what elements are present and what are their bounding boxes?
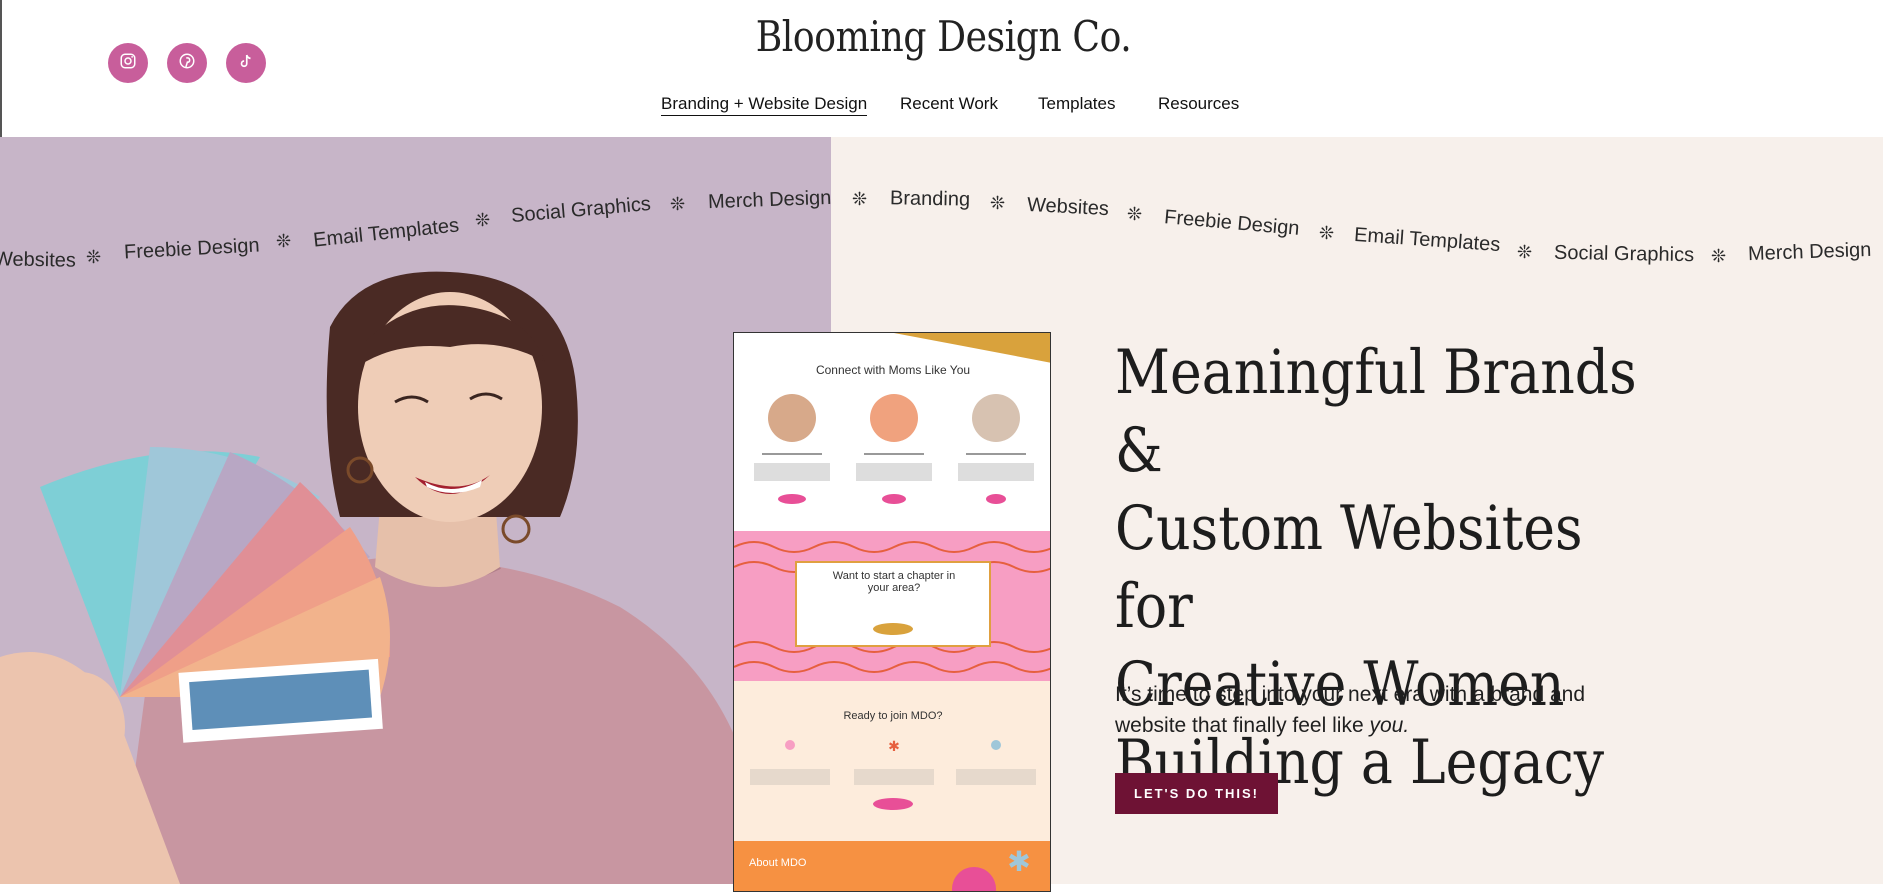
- asterisk-icon: ❊: [1711, 246, 1727, 266]
- nav-branding-website-design[interactable]: Branding + Website Design: [661, 94, 868, 116]
- hero-photo: Websites ❊ Freebie Design ❊ Email Templa…: [0, 137, 831, 884]
- ticker-item: Merch Design: [707, 186, 831, 214]
- ticker-item: Websites: [0, 248, 77, 272]
- nav-recent-work[interactable]: Recent Work: [900, 94, 998, 114]
- ticker-item: Merch Design: [1747, 238, 1872, 266]
- website-mockup: ✱ ✱ Connect with Moms Like You Want to s…: [733, 332, 1051, 892]
- subtext-main: It’s time to step into your next era wit…: [1115, 683, 1586, 737]
- asterisk-icon: ❊: [276, 231, 292, 251]
- asterisk-icon: ❊: [852, 189, 868, 209]
- subtext-emphasis: you.: [1369, 714, 1410, 737]
- hero-subtext: It’s time to step into your next era wit…: [1115, 679, 1635, 741]
- asterisk-icon: ❊: [670, 194, 686, 214]
- svg-text:✱: ✱: [888, 738, 900, 754]
- site-header: Blooming Design Co. Branding + Website D…: [0, 0, 1883, 137]
- headline-line: Meaningful Brands &: [1115, 337, 1637, 486]
- asterisk-icon: ❊: [990, 193, 1006, 213]
- nav-templates[interactable]: Templates: [1038, 94, 1115, 114]
- asterisk-icon: ❊: [475, 210, 491, 230]
- headline-line: Custom Websites for: [1115, 493, 1583, 642]
- ticker-item: Websites: [1026, 193, 1110, 221]
- lets-do-this-button[interactable]: LET'S DO THIS!: [1115, 773, 1278, 814]
- ticker-item: Freebie Design: [1163, 206, 1301, 240]
- asterisk-icon: ❊: [86, 247, 102, 267]
- asterisk-icon: ❊: [1127, 204, 1143, 224]
- mockup-section-title: Ready to join MDO?: [843, 710, 943, 722]
- mockup-preview-image: ✱ ✱: [734, 333, 1050, 891]
- site-logo[interactable]: Blooming Design Co.: [134, 12, 1753, 61]
- svg-text:✱: ✱: [1007, 846, 1030, 877]
- nav-resources[interactable]: Resources: [1158, 94, 1239, 114]
- mockup-title: Connect with Moms Like You: [815, 363, 971, 377]
- mockup-card-title: Want to start a chapter in your area?: [832, 570, 956, 594]
- asterisk-icon: ❊: [1517, 242, 1533, 262]
- ticker-item: Social Graphics: [1553, 241, 1695, 267]
- ticker-item: Email Templates: [1353, 223, 1501, 257]
- asterisk-icon: ❊: [1319, 223, 1335, 243]
- mockup-about-title: About MDO: [749, 857, 807, 869]
- ticker-item: Branding: [889, 187, 971, 211]
